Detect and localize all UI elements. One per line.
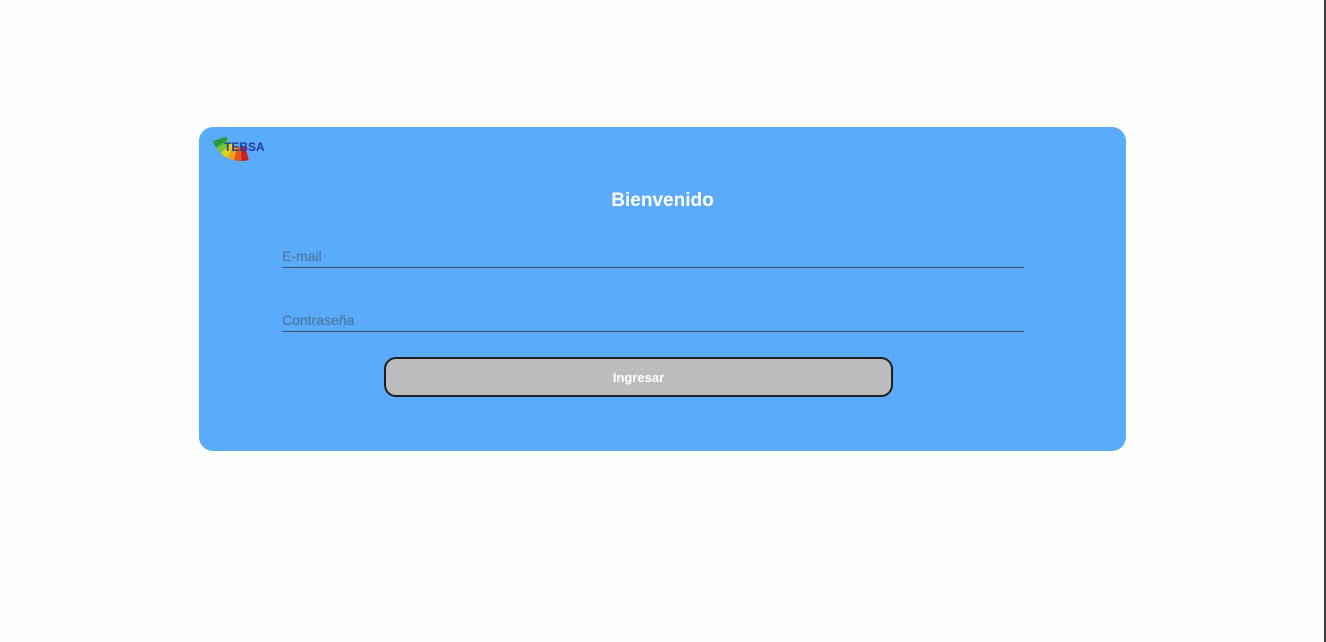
email-field[interactable] [282,245,1024,268]
page-title: Bienvenido [611,190,714,211]
login-button[interactable]: Ingresar [384,357,893,397]
tebsa-logo: TEBSA [205,137,265,171]
logo-wordmark: TEBSA [224,140,265,154]
login-card: TEBSA Bienvenido Ingresar [199,127,1126,451]
page: TEBSA Bienvenido Ingresar [0,0,1326,642]
password-field[interactable] [282,309,1024,332]
